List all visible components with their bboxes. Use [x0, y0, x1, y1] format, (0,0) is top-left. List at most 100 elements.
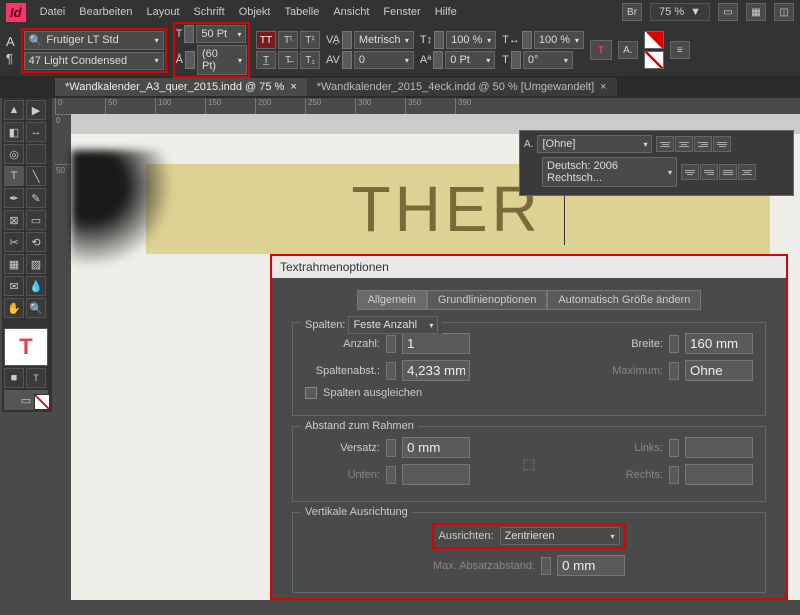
tab-doc2[interactable]: *Wandkalender_2015_4eck.indd @ 50 % [Umg…: [307, 78, 617, 96]
pencil-tool[interactable]: ✎: [26, 188, 46, 208]
justify-left-button[interactable]: [713, 136, 731, 152]
tab-doc1[interactable]: *Wandkalender_A3_quer_2015.indd @ 75 %×: [55, 78, 307, 96]
left-stepper[interactable]: [669, 439, 679, 457]
underline-button[interactable]: T̲: [256, 51, 276, 69]
leading-input[interactable]: (60 Pt)▾: [197, 45, 247, 75]
close-icon[interactable]: ×: [290, 81, 296, 93]
content-tool[interactable]: ◎: [4, 144, 24, 164]
direct-select-tool[interactable]: ▶: [26, 100, 46, 120]
panel-menu-icon[interactable]: ≡: [670, 41, 690, 59]
right-stepper[interactable]: [669, 466, 679, 484]
justify-right-button[interactable]: [700, 164, 718, 180]
font-size-input[interactable]: 50 Pt▾: [196, 25, 246, 43]
align-right-button[interactable]: [694, 136, 712, 152]
superscript-button[interactable]: T¹: [300, 31, 320, 49]
vscale-input[interactable]: 100 %▾: [446, 31, 496, 49]
menu-fenster[interactable]: Fenster: [383, 6, 420, 18]
kerning-input[interactable]: Metrisch▾: [354, 31, 414, 49]
close-icon[interactable]: ×: [600, 81, 606, 93]
menu-hilfe[interactable]: Hilfe: [435, 6, 457, 18]
bottom-stepper[interactable]: [386, 466, 396, 484]
hand-tool[interactable]: ✋: [4, 298, 24, 318]
baseline-stepper[interactable]: [433, 51, 443, 69]
top-input[interactable]: [402, 437, 470, 458]
note-tool[interactable]: ✉: [4, 276, 24, 296]
menu-objekt[interactable]: Objekt: [239, 6, 271, 18]
size-stepper[interactable]: [184, 25, 194, 43]
rect-tool[interactable]: ▭: [26, 210, 46, 230]
smallcaps-button[interactable]: Tᵗ: [278, 31, 298, 49]
transform-tool[interactable]: ⟲: [26, 232, 46, 252]
gutter-stepper[interactable]: [386, 362, 396, 380]
width-stepper[interactable]: [669, 335, 679, 353]
max-stepper[interactable]: [669, 362, 679, 380]
gutter-input[interactable]: [402, 360, 470, 381]
width-input[interactable]: [685, 333, 753, 354]
zoom-tool[interactable]: 🔍: [26, 298, 46, 318]
view-mode-icon[interactable]: ▭: [718, 3, 738, 21]
zoom-dropdown[interactable]: 75 %▼: [650, 3, 710, 21]
font-style-dropdown[interactable]: 47 Light Condensed▾: [24, 52, 164, 70]
pen-tool[interactable]: ✒: [4, 188, 24, 208]
dialog-tab-autosize[interactable]: Automatisch Größe ändern: [547, 290, 701, 310]
vertical-align-dropdown[interactable]: Zentrieren▾: [500, 527, 620, 545]
font-family-dropdown[interactable]: 🔍 Frutiger LT Std▾: [24, 31, 164, 50]
tracking-stepper[interactable]: [342, 51, 352, 69]
count-input[interactable]: [402, 333, 470, 354]
align-spine-button[interactable]: [738, 164, 756, 180]
char-panel-icon[interactable]: A.: [618, 41, 638, 59]
count-stepper[interactable]: [386, 335, 396, 353]
frame-tool[interactable]: ⊠: [4, 210, 24, 230]
menu-layout[interactable]: Layout: [146, 6, 179, 18]
tracking-input[interactable]: 0▾: [354, 51, 414, 69]
balance-checkbox[interactable]: [305, 387, 317, 399]
eyedropper-tool[interactable]: 💧: [26, 276, 46, 296]
arrange-icon[interactable]: ◫: [774, 3, 794, 21]
selection-tool[interactable]: ▲: [4, 100, 24, 120]
menu-schrift[interactable]: Schrift: [194, 6, 225, 18]
top-stepper[interactable]: [386, 439, 396, 457]
dialog-tab-baseline[interactable]: Grundlinienoptionen: [427, 290, 547, 310]
align-left-button[interactable]: [656, 136, 674, 152]
justify-center-button[interactable]: [681, 164, 699, 180]
align-center-button[interactable]: [675, 136, 693, 152]
type-tool[interactable]: T: [4, 166, 24, 186]
link-icon[interactable]: ⬚: [522, 456, 535, 473]
allcaps-button[interactable]: TT: [256, 31, 276, 49]
fill-stroke-swatch[interactable]: T: [4, 328, 48, 366]
fill-text-button[interactable]: T: [590, 40, 612, 60]
menu-ansicht[interactable]: Ansicht: [333, 6, 369, 18]
dialog-tab-general[interactable]: Allgemein: [357, 290, 427, 310]
hscale-input[interactable]: 100 %▾: [534, 31, 584, 49]
menu-datei[interactable]: Datei: [40, 6, 66, 18]
skew-stepper[interactable]: [511, 51, 521, 69]
gradient-tool[interactable]: ▦: [4, 254, 24, 274]
apply-color[interactable]: ■: [4, 368, 24, 388]
fill-swatch[interactable]: [644, 31, 664, 49]
justify-all-button[interactable]: [719, 164, 737, 180]
max-para-stepper[interactable]: [541, 557, 551, 575]
scissors-tool[interactable]: ✂: [4, 232, 24, 252]
page-tool[interactable]: ◧: [4, 122, 24, 142]
subscript-button[interactable]: T₁: [300, 51, 320, 69]
kerning-stepper[interactable]: [342, 31, 352, 49]
leading-stepper[interactable]: [185, 51, 195, 69]
apply-text[interactable]: T: [26, 368, 46, 388]
language-dropdown[interactable]: Deutsch: 2006 Rechtsch...▾: [542, 157, 677, 187]
gap-tool[interactable]: ↔: [26, 122, 46, 142]
menu-tabelle[interactable]: Tabelle: [284, 6, 319, 18]
bridge-icon[interactable]: Br: [622, 3, 642, 21]
menu-bearbeiten[interactable]: Bearbeiten: [79, 6, 132, 18]
column-type-dropdown[interactable]: Feste Anzahl▾: [348, 316, 438, 334]
para-style-dropdown[interactable]: [Ohne]▾: [537, 135, 652, 153]
line-tool[interactable]: ╲: [26, 166, 46, 186]
screen-mode-icon[interactable]: ▦: [746, 3, 766, 21]
strike-button[interactable]: T̶: [278, 51, 298, 69]
vscale-stepper[interactable]: [434, 31, 444, 49]
stroke-swatch[interactable]: [644, 51, 664, 69]
baseline-input[interactable]: 0 Pt▾: [445, 51, 495, 69]
skew-input[interactable]: 0°▾: [523, 51, 573, 69]
columns-fieldset: Spalten: Feste Anzahl▾ Anzahl: Breite: S…: [292, 322, 766, 416]
gradient-feather-tool[interactable]: ▨: [26, 254, 46, 274]
hscale-stepper[interactable]: [522, 31, 532, 49]
